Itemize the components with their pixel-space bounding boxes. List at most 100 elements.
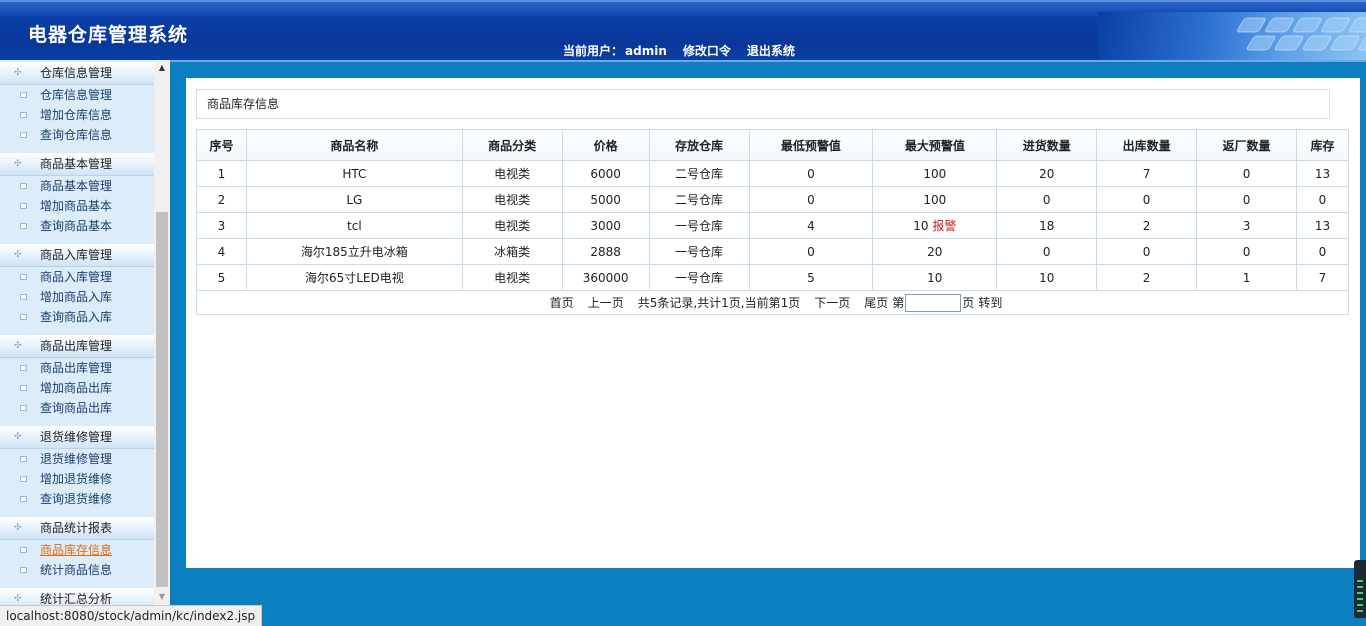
menu-item-stock-in-add[interactable]: 增加商品入库 — [0, 287, 154, 307]
table-cell: 一号仓库 — [648, 238, 750, 265]
doc-icon — [20, 92, 27, 98]
table-cell: 电视类 — [461, 186, 563, 213]
next-page-link[interactable]: 下一页 — [814, 294, 850, 311]
table-cell-with-alert: 10 报警 — [872, 212, 998, 239]
browser-status-bar: localhost:8080/stock/admin/kc/index2.jsp — [0, 605, 263, 626]
table-cell: 18 — [996, 212, 1098, 239]
table-cell: 海尔185立升电冰箱 — [245, 238, 463, 265]
menu-item-label: 查询商品出库 — [40, 401, 113, 415]
table-cell: 2 — [1096, 212, 1198, 239]
menu-item-product-query[interactable]: 查询商品基本 — [0, 216, 154, 236]
menu-group-stock-in[interactable]: ✣ 商品入库管理 — [0, 244, 154, 267]
menu-group-reports[interactable]: ✣ 商品统计报表 — [0, 517, 154, 540]
doc-icon — [20, 132, 27, 138]
col-header: 出库数量 — [1096, 129, 1198, 161]
menu-group-summary[interactable]: ✣ 统计汇总分析 — [0, 588, 154, 605]
table-cell: 2888 — [561, 238, 650, 265]
menu-item-product-manage[interactable]: 商品基本管理 — [0, 176, 154, 196]
table-cell: 7 — [1295, 264, 1350, 291]
user-bar: 当前用户： admin 修改口令 退出系统 — [563, 42, 795, 59]
col-header: 最大预警值 — [872, 129, 998, 161]
menu-item-label: 商品库存信息 — [40, 543, 113, 557]
table-cell: 0 — [1295, 186, 1350, 213]
table-cell: 3000 — [561, 212, 650, 239]
doc-icon — [20, 203, 27, 209]
sidebar-scrollbar[interactable]: ▲ ▼ — [154, 60, 170, 605]
menu-item-product-stats[interactable]: 统计商品信息 — [0, 560, 154, 580]
menu-item-inventory-info[interactable]: 商品库存信息 — [0, 540, 154, 560]
menu-item-label: 统计商品信息 — [40, 563, 113, 577]
menu-group-title: 商品统计报表 — [40, 521, 113, 535]
menu-item-label: 商品入库管理 — [40, 270, 113, 284]
menu-group-stock-out[interactable]: ✣ 商品出库管理 — [0, 335, 154, 358]
inventory-table: 序号 商品名称 商品分类 价格 存放仓库 最低预警值 最大预警值 进货数量 出库… — [196, 129, 1350, 315]
table-cell: 3 — [196, 212, 247, 239]
col-header: 库存 — [1295, 129, 1350, 161]
plus-icon: ✣ — [14, 159, 22, 169]
page-prefix: 第 — [892, 296, 905, 310]
col-header: 返厂数量 — [1196, 129, 1297, 161]
table-cell: 5 — [196, 264, 247, 291]
goto-page-button[interactable]: 转到 — [978, 294, 1002, 311]
col-header: 商品名称 — [245, 129, 463, 161]
menu-item-stock-in-manage[interactable]: 商品入库管理 — [0, 267, 154, 287]
table-row: 2 LG 电视类 5000 二号仓库 0 100 0 0 0 0 — [196, 186, 1350, 213]
scroll-down-arrow-icon[interactable]: ▼ — [154, 589, 170, 605]
menu-item-warehouse-query[interactable]: 查询仓库信息 — [0, 125, 154, 145]
menu-item-returns-manage[interactable]: 退货维修管理 — [0, 449, 154, 469]
menu-item-warehouse-add[interactable]: 增加仓库信息 — [0, 105, 154, 125]
pager-cell: 首页 上一页 共5条记录,共计1页,当前第1页 下一页 尾页 第 页 转到 — [196, 290, 1349, 315]
menu-item-product-add[interactable]: 增加商品基本 — [0, 196, 154, 216]
menu-item-label: 增加商品出库 — [40, 381, 113, 395]
scroll-up-arrow-icon[interactable]: ▲ — [154, 60, 170, 76]
table-cell: 20 — [872, 238, 998, 265]
col-header: 商品分类 — [461, 129, 563, 161]
table-cell: 100 — [872, 160, 998, 187]
plus-icon: ✣ — [14, 523, 22, 533]
table-cell: 20 — [996, 160, 1098, 187]
logout-link[interactable]: 退出系统 — [747, 42, 795, 59]
page-number-input[interactable] — [905, 293, 962, 312]
table-cell: 5 — [748, 264, 874, 291]
table-cell: 3 — [1196, 212, 1297, 239]
table-cell: 10 — [996, 264, 1098, 291]
table-cell: 0 — [1295, 238, 1350, 265]
table-cell: 电视类 — [461, 160, 563, 187]
menu-item-stock-out-manage[interactable]: 商品出库管理 — [0, 358, 154, 378]
table-cell: 0 — [996, 186, 1098, 213]
menu-item-label: 增加退货维修 — [40, 472, 113, 486]
table-cell: 5000 — [561, 186, 650, 213]
doc-icon — [20, 274, 27, 280]
menu-item-returns-add[interactable]: 增加退货维修 — [0, 469, 154, 489]
menu-item-stock-out-add[interactable]: 增加商品出库 — [0, 378, 154, 398]
network-meter-widget — [1354, 560, 1366, 618]
doc-icon — [20, 567, 27, 573]
doc-icon — [20, 476, 27, 482]
menu-group-returns[interactable]: ✣ 退货维修管理 — [0, 426, 154, 449]
last-page-link[interactable]: 尾页 — [864, 294, 888, 311]
sidebar: ✣ 仓库信息管理 仓库信息管理 增加仓库信息 查询仓库信息 ✣ 商品基本管理 商… — [0, 60, 170, 605]
menu-item-warehouse-manage[interactable]: 仓库信息管理 — [0, 85, 154, 105]
table-cell: 4 — [196, 238, 247, 265]
doc-icon — [20, 496, 27, 502]
table-cell: 一号仓库 — [648, 212, 750, 239]
menu-group-product-basic[interactable]: ✣ 商品基本管理 — [0, 153, 154, 176]
table-cell: 0 — [1096, 238, 1198, 265]
menu-item-stock-in-query[interactable]: 查询商品入库 — [0, 307, 154, 327]
menu-item-label: 查询退货维修 — [40, 492, 113, 506]
table-cell: 0 — [748, 160, 874, 187]
col-header: 存放仓库 — [648, 129, 750, 161]
change-password-link[interactable]: 修改口令 — [683, 42, 731, 59]
first-page-link[interactable]: 首页 — [550, 294, 574, 311]
menu-item-stock-out-query[interactable]: 查询商品出库 — [0, 398, 154, 418]
table-cell: 100 — [872, 186, 998, 213]
menu-group-title: 商品出库管理 — [40, 339, 113, 353]
alert-badge: 报警 — [932, 219, 957, 233]
page-suffix: 页 — [962, 296, 975, 310]
menu-group-title: 商品入库管理 — [40, 248, 113, 262]
menu-group-warehouse[interactable]: ✣ 仓库信息管理 — [0, 62, 154, 85]
prev-page-link[interactable]: 上一页 — [588, 294, 624, 311]
table-cell: 360000 — [561, 264, 650, 291]
menu-item-returns-query[interactable]: 查询退货维修 — [0, 489, 154, 509]
scrollbar-thumb[interactable] — [156, 212, 168, 587]
